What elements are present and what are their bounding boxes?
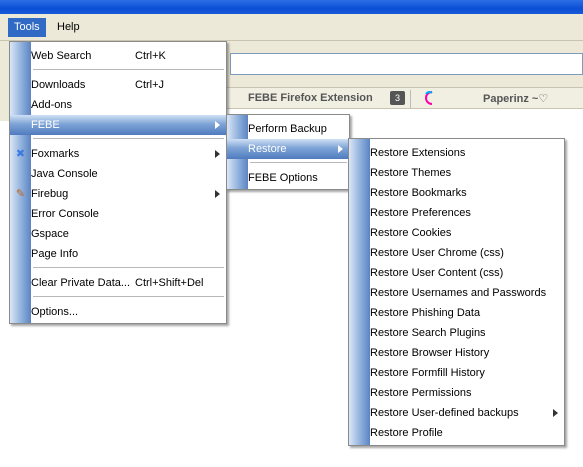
downloads-label: Downloads	[31, 79, 86, 91]
restore-submenu: Restore Extensions Restore Themes Restor…	[348, 138, 565, 446]
tab-divider	[410, 90, 411, 108]
menu-item-restore[interactable]: Restore	[227, 139, 349, 159]
menu-tools[interactable]: Tools	[8, 18, 46, 37]
tab-febe-extension[interactable]: FEBE Firefox Extension	[248, 92, 373, 104]
gspace-label: Gspace	[31, 228, 69, 240]
submenu-arrow-icon	[215, 190, 220, 198]
menu-item-restore-user-defined-backups[interactable]: Restore User-defined backups	[349, 403, 564, 423]
menu-item-clear-private-data[interactable]: Clear Private Data... Ctrl+Shift+Del	[10, 273, 226, 293]
restore-item-label: Restore Extensions	[370, 147, 466, 159]
menu-item-restore-profile[interactable]: Restore Profile	[349, 423, 564, 443]
menu-item-error-console[interactable]: Error Console	[10, 204, 226, 224]
restore-item-label: Restore User Chrome (css)	[370, 247, 504, 259]
menu-help[interactable]: Help	[51, 18, 86, 37]
menu-item-restore-permissions[interactable]: Restore Permissions	[349, 383, 564, 403]
menu-separator	[33, 138, 224, 139]
menu-item-febe[interactable]: FEBE	[10, 115, 226, 135]
menu-item-downloads[interactable]: Downloads Ctrl+J	[10, 75, 226, 95]
menu-separator	[250, 162, 347, 163]
navigation-toolbar	[226, 41, 583, 87]
page-info-label: Page Info	[31, 248, 79, 260]
web-search-label: Web Search	[31, 50, 92, 62]
restore-label: Restore	[248, 143, 287, 155]
menu-item-java-console[interactable]: Java Console	[10, 164, 226, 184]
restore-item-label: Restore Phishing Data	[370, 307, 481, 319]
menu-item-restore-themes[interactable]: Restore Themes	[349, 163, 564, 183]
restore-item-label: Restore Bookmarks	[370, 187, 467, 199]
submenu-arrow-icon	[215, 150, 220, 158]
restore-item-label: Restore Search Plugins	[370, 327, 486, 339]
menu-item-restore-search-plugins[interactable]: Restore Search Plugins	[349, 323, 564, 343]
menu-item-foxmarks[interactable]: ✖ Foxmarks	[10, 144, 226, 164]
menu-item-page-info[interactable]: Page Info	[10, 244, 226, 264]
menu-item-restore-cookies[interactable]: Restore Cookies	[349, 223, 564, 243]
error-console-label: Error Console	[31, 208, 99, 220]
menu-item-gspace[interactable]: Gspace	[10, 224, 226, 244]
submenu-arrow-icon	[338, 145, 343, 153]
restore-item-label: Restore Browser History	[370, 347, 490, 359]
menu-item-restore-user-chrome[interactable]: Restore User Chrome (css)	[349, 243, 564, 263]
submenu-arrow-icon	[215, 121, 220, 129]
restore-item-label: Restore Permissions	[370, 387, 472, 399]
menu-item-firebug[interactable]: ✎ Firebug	[10, 184, 226, 204]
menu-item-perform-backup[interactable]: Perform Backup	[227, 119, 349, 139]
tab-count-badge: 3	[390, 91, 405, 105]
febe-options-label: FEBE Options	[248, 172, 318, 184]
address-bar[interactable]	[230, 53, 583, 75]
menu-item-restore-formfill-history[interactable]: Restore Formfill History	[349, 363, 564, 383]
restore-item-label: Restore Usernames and Passwords	[370, 287, 547, 299]
restore-item-label: Restore Profile	[370, 427, 443, 439]
tab-strip: FEBE Firefox Extension 3 Paperinz ~♡	[226, 87, 583, 109]
menu-tools-label: Tools	[14, 21, 40, 33]
colorful-spinner-icon	[425, 91, 433, 105]
menu-item-restore-phishing-data[interactable]: Restore Phishing Data	[349, 303, 564, 323]
menu-item-addons[interactable]: Add-ons	[10, 95, 226, 115]
menu-item-restore-usernames-passwords[interactable]: Restore Usernames and Passwords	[349, 283, 564, 303]
downloads-shortcut: Ctrl+J	[135, 79, 165, 91]
menu-separator	[33, 267, 224, 268]
web-search-shortcut: Ctrl+K	[135, 50, 166, 62]
restore-item-label: Restore Cookies	[370, 227, 452, 239]
firebug-label: Firebug	[31, 188, 69, 200]
java-console-label: Java Console	[31, 168, 98, 180]
menu-item-restore-preferences[interactable]: Restore Preferences	[349, 203, 564, 223]
restore-item-label: Restore Themes	[370, 167, 452, 179]
foxmarks-icon: ✖	[15, 148, 26, 160]
menu-item-febe-options[interactable]: FEBE Options	[227, 168, 349, 188]
tools-menu: Web Search Ctrl+K Downloads Ctrl+J Add-o…	[9, 41, 227, 324]
menu-item-restore-bookmarks[interactable]: Restore Bookmarks	[349, 183, 564, 203]
submenu-arrow-icon	[553, 409, 558, 417]
restore-item-label: Restore User Content (css)	[370, 267, 504, 279]
restore-item-label: Restore Formfill History	[370, 367, 485, 379]
menu-item-web-search[interactable]: Web Search Ctrl+K	[10, 46, 226, 66]
menu-help-label: Help	[57, 21, 80, 33]
addons-label: Add-ons	[31, 99, 72, 111]
febe-label: FEBE	[31, 119, 60, 131]
restore-item-label: Restore User-defined backups	[370, 407, 519, 419]
foxmarks-label: Foxmarks	[31, 148, 80, 160]
febe-submenu: Perform Backup Restore FEBE Options	[226, 114, 350, 190]
menu-separator	[33, 296, 224, 297]
restore-item-label: Restore Preferences	[370, 207, 471, 219]
menu-bar: Tools Help	[0, 14, 583, 41]
menu-item-options[interactable]: Options...	[10, 302, 226, 322]
menu-separator	[33, 69, 224, 70]
menu-item-restore-browser-history[interactable]: Restore Browser History	[349, 343, 564, 363]
clear-private-label: Clear Private Data...	[31, 277, 131, 289]
tab-paperinz[interactable]: Paperinz ~♡	[483, 92, 548, 105]
perform-backup-label: Perform Backup	[248, 123, 327, 135]
menu-item-restore-extensions[interactable]: Restore Extensions	[349, 143, 564, 163]
firebug-icon: ✎	[15, 188, 26, 200]
window-title-bar	[0, 0, 583, 14]
menu-item-restore-user-content[interactable]: Restore User Content (css)	[349, 263, 564, 283]
clear-private-shortcut: Ctrl+Shift+Del	[135, 277, 204, 289]
options-label: Options...	[31, 306, 79, 318]
